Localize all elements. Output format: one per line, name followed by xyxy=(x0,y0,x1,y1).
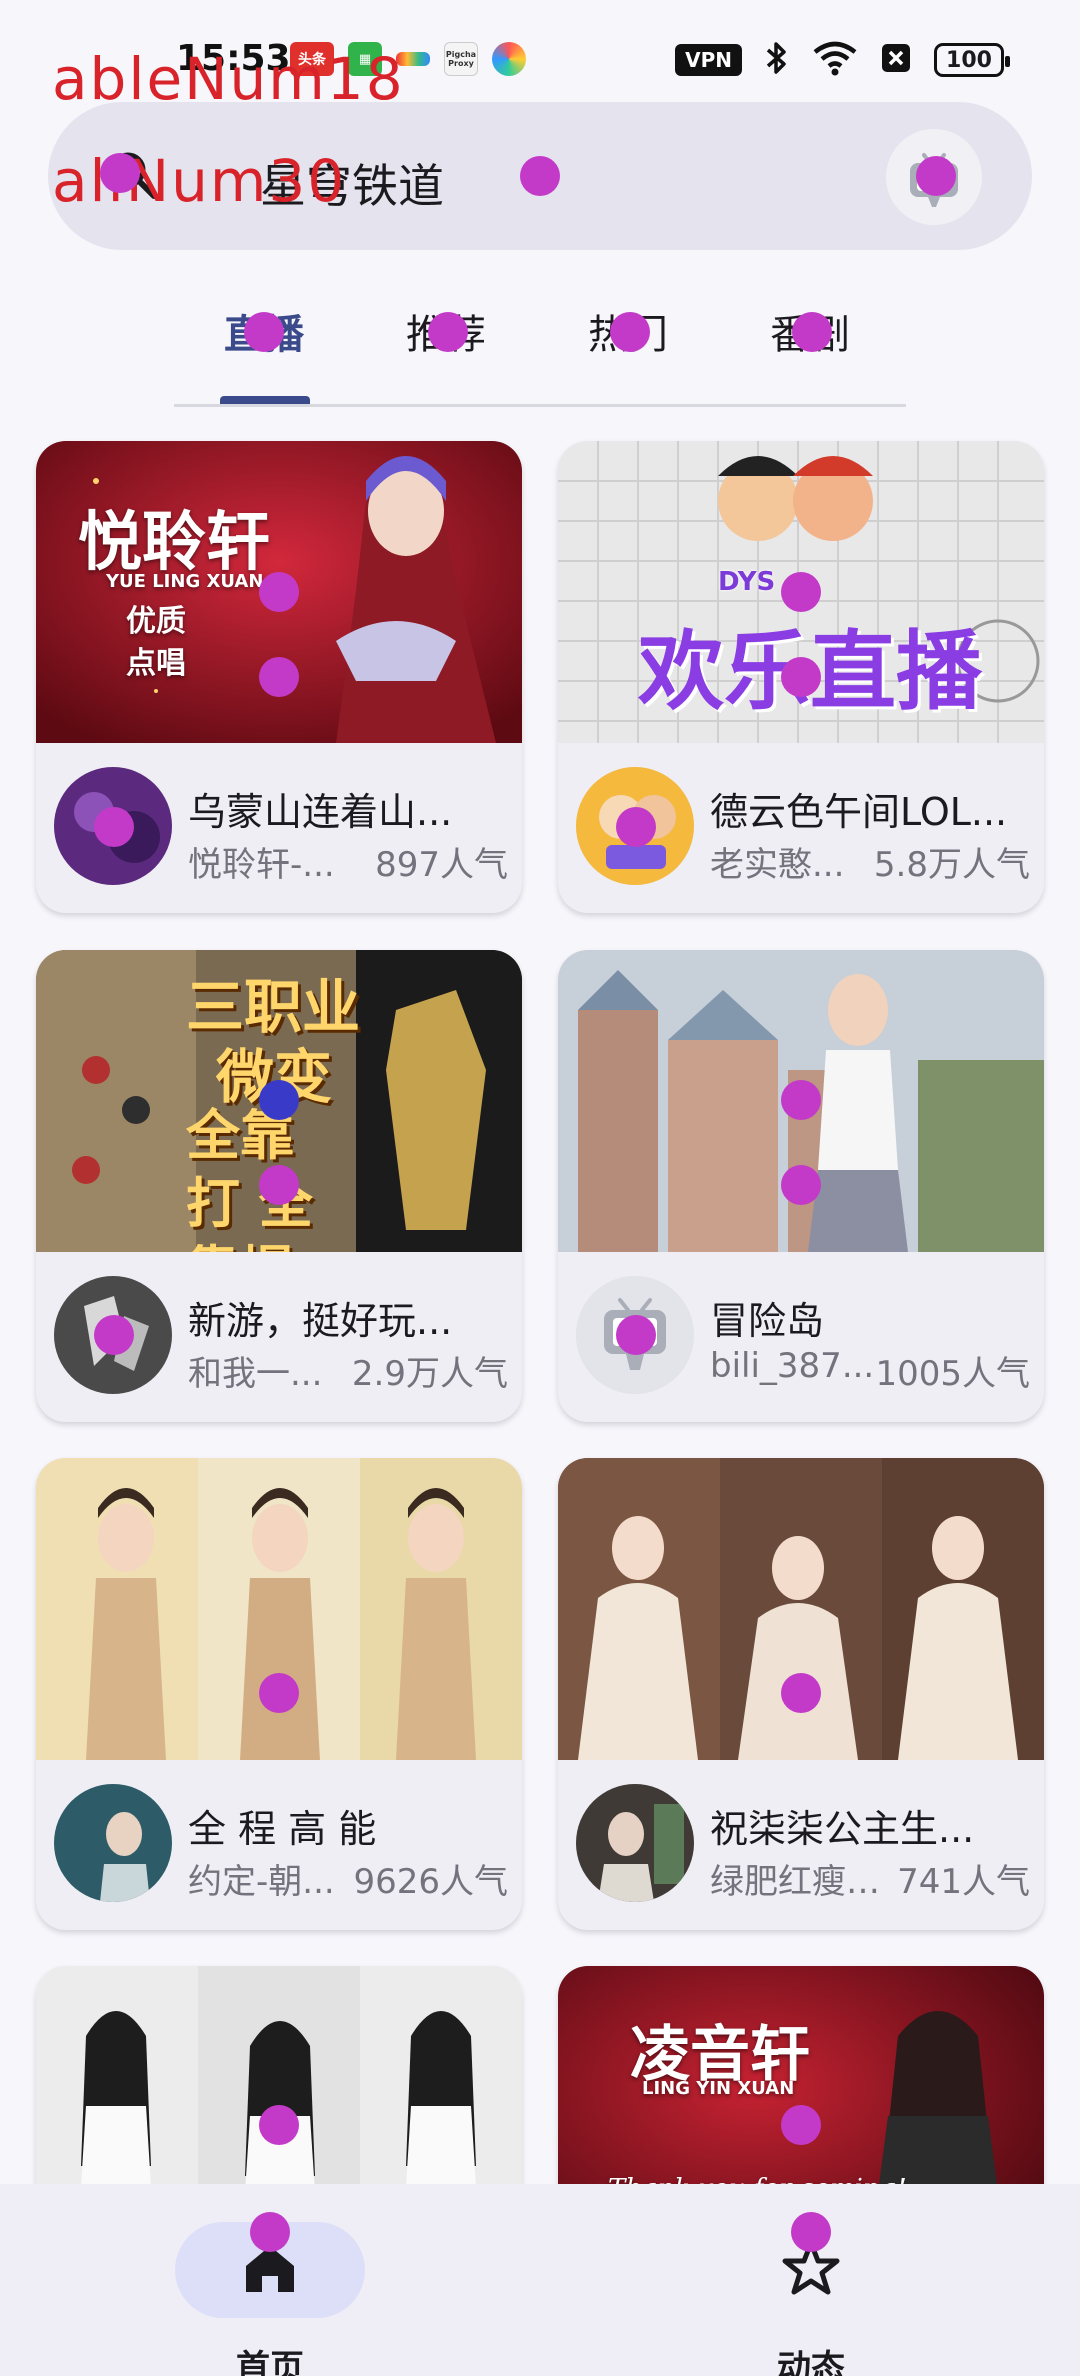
battery-indicator: 100 xyxy=(934,43,1010,77)
card-thumbnail xyxy=(558,1458,1044,1760)
card-title: 冒险岛 xyxy=(710,1299,825,1343)
nav-home-label: 首页 xyxy=(236,2348,304,2376)
marker-dot xyxy=(244,312,284,352)
tab-bar: 直播 推荐 热门 番剧 xyxy=(174,290,906,407)
thumb-subtitle: DYS xyxy=(718,567,776,597)
marker-dot xyxy=(259,1673,299,1713)
marker-dot xyxy=(428,312,468,352)
bottom-navigation: 首页 动态 xyxy=(0,2184,1080,2376)
browser-icon xyxy=(492,42,526,76)
wifi-icon xyxy=(812,40,858,80)
nav-dynamic-label: 动态 xyxy=(777,2348,845,2376)
marker-dot xyxy=(250,2212,290,2252)
marker-dot xyxy=(610,312,650,352)
marker-dot xyxy=(259,2105,299,2145)
thumb-title: 悦聆轩 xyxy=(78,506,270,580)
bluetooth-icon xyxy=(764,40,790,80)
marker-dot xyxy=(781,1080,821,1120)
card-author: 绿肥红瘦-... xyxy=(710,1862,890,1902)
marker-dot xyxy=(94,1315,134,1355)
marker-dot xyxy=(781,2105,821,2145)
vpn-badge: VPN xyxy=(675,44,742,76)
card-author: 老实憨... xyxy=(710,845,845,885)
streamer-avatar[interactable] xyxy=(576,1784,694,1902)
marker-dot xyxy=(781,1673,821,1713)
marker-dot xyxy=(791,2212,831,2252)
card-author: 约定-朝... xyxy=(188,1862,335,1902)
debug-label-able: ableNum18 xyxy=(52,45,405,113)
thumb-subtitle: LING YIN XUAN xyxy=(642,2078,795,2099)
marker-dot xyxy=(100,153,140,193)
marker-dot xyxy=(259,1080,299,1120)
card-popularity: 9626人气 xyxy=(353,1862,508,1902)
card-title: 新游，挺好玩... xyxy=(188,1299,453,1343)
marker-dot xyxy=(259,657,299,697)
card-author: 和我一... xyxy=(188,1354,323,1394)
card-popularity: 1005人气 xyxy=(875,1354,1030,1394)
tab-divider xyxy=(174,404,906,407)
marker-dot xyxy=(259,572,299,612)
card-title: 全 程 高 能 xyxy=(188,1807,377,1851)
card-title: 乌蒙山连着山... xyxy=(188,790,453,834)
tab-indicator xyxy=(220,396,310,404)
card-author: 悦聆轩-... xyxy=(188,845,335,885)
marker-dot xyxy=(781,657,821,697)
marker-dot xyxy=(916,156,956,196)
marker-dot xyxy=(781,1165,821,1205)
marker-dot xyxy=(616,1315,656,1355)
card-popularity: 741人气 xyxy=(897,1862,1030,1902)
marker-dot xyxy=(94,807,134,847)
marker-dot xyxy=(792,312,832,352)
card-popularity: 897人气 xyxy=(375,845,508,885)
card-title: 德云色午间LOL... xyxy=(710,790,1008,834)
streamer-avatar[interactable] xyxy=(54,1784,172,1902)
debug-label-all: allNum30 xyxy=(52,147,347,215)
card-thumbnail xyxy=(36,1458,522,1760)
thumb-subtitle: YUE LING XUAN xyxy=(106,571,264,592)
marker-dot xyxy=(616,807,656,847)
marker-dot xyxy=(520,156,560,196)
thumb-subtitle-2: 优质 点唱 xyxy=(126,604,186,681)
status-right: VPN 100 xyxy=(675,40,1010,80)
no-sim-icon xyxy=(880,42,912,78)
card-title: 祝柒柒公主生... xyxy=(710,1807,975,1851)
pigcha-proxy-icon: Pigcha Proxy xyxy=(444,42,478,76)
marker-dot xyxy=(781,572,821,612)
card-popularity: 2.9万人气 xyxy=(351,1354,508,1394)
card-popularity: 5.8万人气 xyxy=(873,845,1030,885)
marker-dot xyxy=(259,1165,299,1205)
card-author: bili_387... xyxy=(710,1346,875,1386)
